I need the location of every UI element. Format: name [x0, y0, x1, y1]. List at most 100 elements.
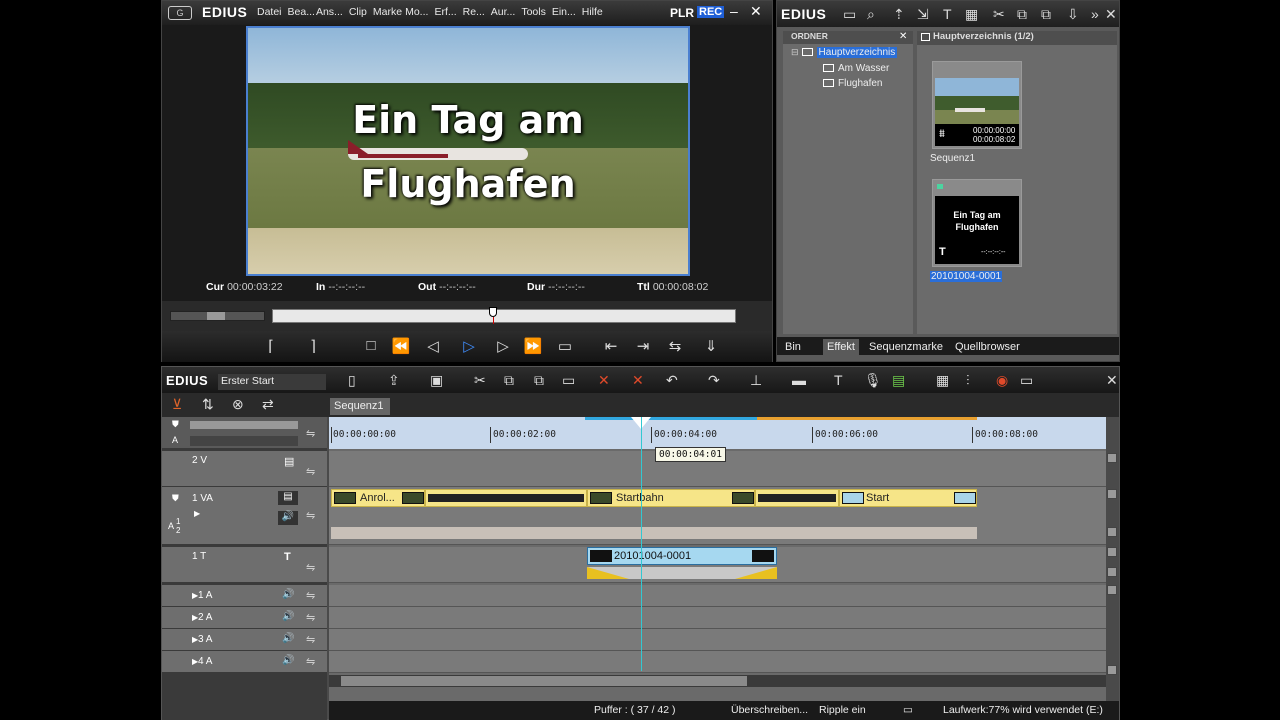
import-icon[interactable]: ⇲ [917, 6, 929, 23]
replace-icon[interactable]: ⇆ [664, 337, 686, 355]
speaker-icon[interactable]: 🔊 [278, 511, 298, 525]
layout-icon[interactable]: ▭ [1020, 372, 1033, 389]
menu-einstellungen[interactable]: Ein... [552, 6, 576, 18]
menu-erfassen[interactable]: Erf... [434, 6, 456, 18]
playhead[interactable] [641, 417, 642, 671]
track-header-a2[interactable]: 2 A ▶ 🔊 ⇋ [162, 607, 327, 629]
tab-bin[interactable]: Bin [781, 339, 805, 355]
track-insert-icon[interactable]: ⊻ [172, 396, 182, 413]
color-icon[interactable]: ◉ [996, 372, 1008, 389]
paste-icon[interactable]: ⧉ [534, 372, 544, 389]
vertical-scrollbar[interactable] [1106, 451, 1119, 685]
track-link-icon[interactable]: ⇋ [306, 465, 315, 478]
zoom-dropdown[interactable] [190, 436, 298, 446]
speaker-icon[interactable]: 🔊 [282, 655, 294, 666]
overwrite-icon[interactable]: ⇥ [632, 337, 654, 355]
track-header-va1[interactable]: ⛊ 1 VA ▶ A 1 2 ▤ 🔊 ⇋ [162, 487, 327, 545]
lock-icon[interactable]: ⛊ [172, 419, 179, 430]
track-a1[interactable] [329, 585, 1106, 607]
track-header-t1[interactable]: 1 T T ⇋ [162, 547, 327, 583]
clip-sequenz1-name[interactable]: Sequenz1 [930, 153, 975, 164]
folder-pane-close-icon[interactable]: ✕ [899, 31, 907, 42]
render-icon[interactable]: ▤ [892, 372, 905, 389]
track-link-icon[interactable]: ⇅ [202, 396, 214, 413]
bin-close-icon[interactable]: ✕ [1105, 6, 1117, 23]
zoom-slider[interactable] [190, 421, 298, 429]
cut-icon[interactable]: ✂ [993, 6, 1005, 23]
step-forward-icon[interactable]: ▷ [492, 337, 514, 355]
track-header-v2[interactable]: 2 V ▤ ⇋ [162, 451, 327, 487]
speaker-icon[interactable]: 🔊 [282, 589, 294, 600]
expand-icon[interactable]: ▶ [192, 591, 198, 600]
track-link-icon[interactable]: ⇋ [306, 509, 315, 522]
menu-audio[interactable]: Aur... [491, 6, 516, 18]
fast-forward-icon[interactable]: ⏩ [522, 337, 544, 355]
menu-tools[interactable]: Tools [521, 6, 546, 18]
step-back-icon[interactable]: ◁ [422, 337, 444, 355]
snap-icon[interactable]: ⊥ [750, 372, 762, 389]
track-header-a4[interactable]: 4 A ▶ 🔊 ⇋ [162, 651, 327, 673]
video-icon[interactable]: ▤ [284, 455, 294, 468]
speaker-icon[interactable]: 🔊 [282, 633, 294, 644]
rewind-icon[interactable]: ⏪ [390, 337, 412, 355]
copy-icon[interactable]: ⧉ [1017, 6, 1027, 23]
group-icon[interactable]: ▭ [562, 372, 575, 389]
cut-icon[interactable]: ✂ [474, 372, 486, 389]
tab-sequenzmarke[interactable]: Sequenzmarke [865, 339, 947, 355]
menu-marke[interactable]: Marke [373, 6, 402, 18]
loop-icon[interactable]: ▭ [554, 337, 576, 355]
clip-title-20101004[interactable]: 20101004-0001 [587, 547, 777, 565]
clip-dark-segment[interactable] [425, 489, 587, 507]
menu-modus[interactable]: Mo... [405, 6, 428, 18]
menu-bearbeiten[interactable]: Bea... [288, 6, 315, 18]
status-display-icon[interactable]: ▭ [903, 704, 913, 716]
play-icon[interactable]: ▷ [458, 337, 480, 355]
folder-root[interactable]: ⊟ Hauptverzeichnis [791, 47, 898, 58]
menu-hilfe[interactable]: Hilfe [582, 6, 603, 18]
paste-icon[interactable]: ⧉ [1041, 6, 1051, 23]
title-track-icon[interactable]: T [284, 551, 291, 563]
expand-icon[interactable]: ▶ [194, 509, 200, 518]
menu-clip[interactable]: Clip [349, 6, 367, 18]
timeline-close-icon[interactable]: ✕ [1106, 372, 1118, 389]
clip-dark-segment-2[interactable] [755, 489, 839, 507]
tab-effekt[interactable]: Effekt [823, 339, 859, 355]
sync-lock-icon[interactable]: ⊗ [232, 396, 244, 413]
tab-sequenz1[interactable]: Sequenz1 [330, 398, 390, 415]
track-link-icon[interactable]: ⇋ [306, 589, 315, 602]
copy-icon[interactable]: ⧉ [504, 372, 514, 389]
expand-icon[interactable]: ▶ [192, 657, 198, 666]
clip-title-name[interactable]: 20101004-0001 [930, 271, 1003, 282]
timeline-ruler[interactable]: 00:00:00:00 00:00:02:00 00:00:04:00 00:0… [329, 417, 1106, 449]
ruler-link-icon[interactable]: ⇋ [306, 427, 315, 440]
track-header-a3[interactable]: 3 A ▶ 🔊 ⇋ [162, 629, 327, 651]
redo-icon[interactable]: ↷ [708, 372, 720, 389]
clip-sequenz1[interactable]: ⩩ 00:00:00:00 00:00:08:02 [932, 61, 1022, 149]
folder-am-wasser[interactable]: Am Wasser [823, 63, 889, 74]
title-icon[interactable]: T [834, 372, 843, 388]
expand-icon[interactable]: ▶ [192, 635, 198, 644]
ripple-icon[interactable]: ⇄ [262, 396, 274, 413]
track-link-icon[interactable]: ⇋ [306, 561, 315, 574]
track-collapse-icon[interactable]: ⛊ [172, 493, 179, 504]
open-icon[interactable]: ⇪ [388, 372, 400, 389]
properties-icon[interactable]: ⇩ [1067, 6, 1079, 23]
clip-start[interactable]: Start [839, 489, 977, 507]
track-a3[interactable] [329, 629, 1106, 651]
clip-startbahn[interactable]: Startbahn [587, 489, 755, 507]
color-bars-icon[interactable]: ▦ [965, 6, 978, 23]
folder-icon[interactable]: ▭ [843, 6, 856, 23]
speaker-icon[interactable]: 🔊 [282, 611, 294, 622]
search-icon[interactable]: ⌕ [867, 6, 875, 23]
position-marker-icon[interactable] [489, 307, 497, 317]
menu-render[interactable]: Re... [463, 6, 485, 18]
mixer-icon[interactable]: ⫶ [966, 372, 970, 389]
track-va1[interactable]: Anrol... Startbahn Start [329, 487, 1106, 545]
trim-icon[interactable]: ▬ [792, 372, 806, 388]
track-t1[interactable]: 20101004-0001 [329, 547, 1106, 583]
undo-icon[interactable]: ↶ [666, 372, 678, 389]
up-icon[interactable]: ⇡ [893, 6, 905, 23]
menu-datei[interactable]: Datei [257, 6, 282, 18]
set-out-icon[interactable]: ⌉ [302, 337, 324, 355]
delete-icon[interactable]: ✕ [598, 372, 610, 389]
